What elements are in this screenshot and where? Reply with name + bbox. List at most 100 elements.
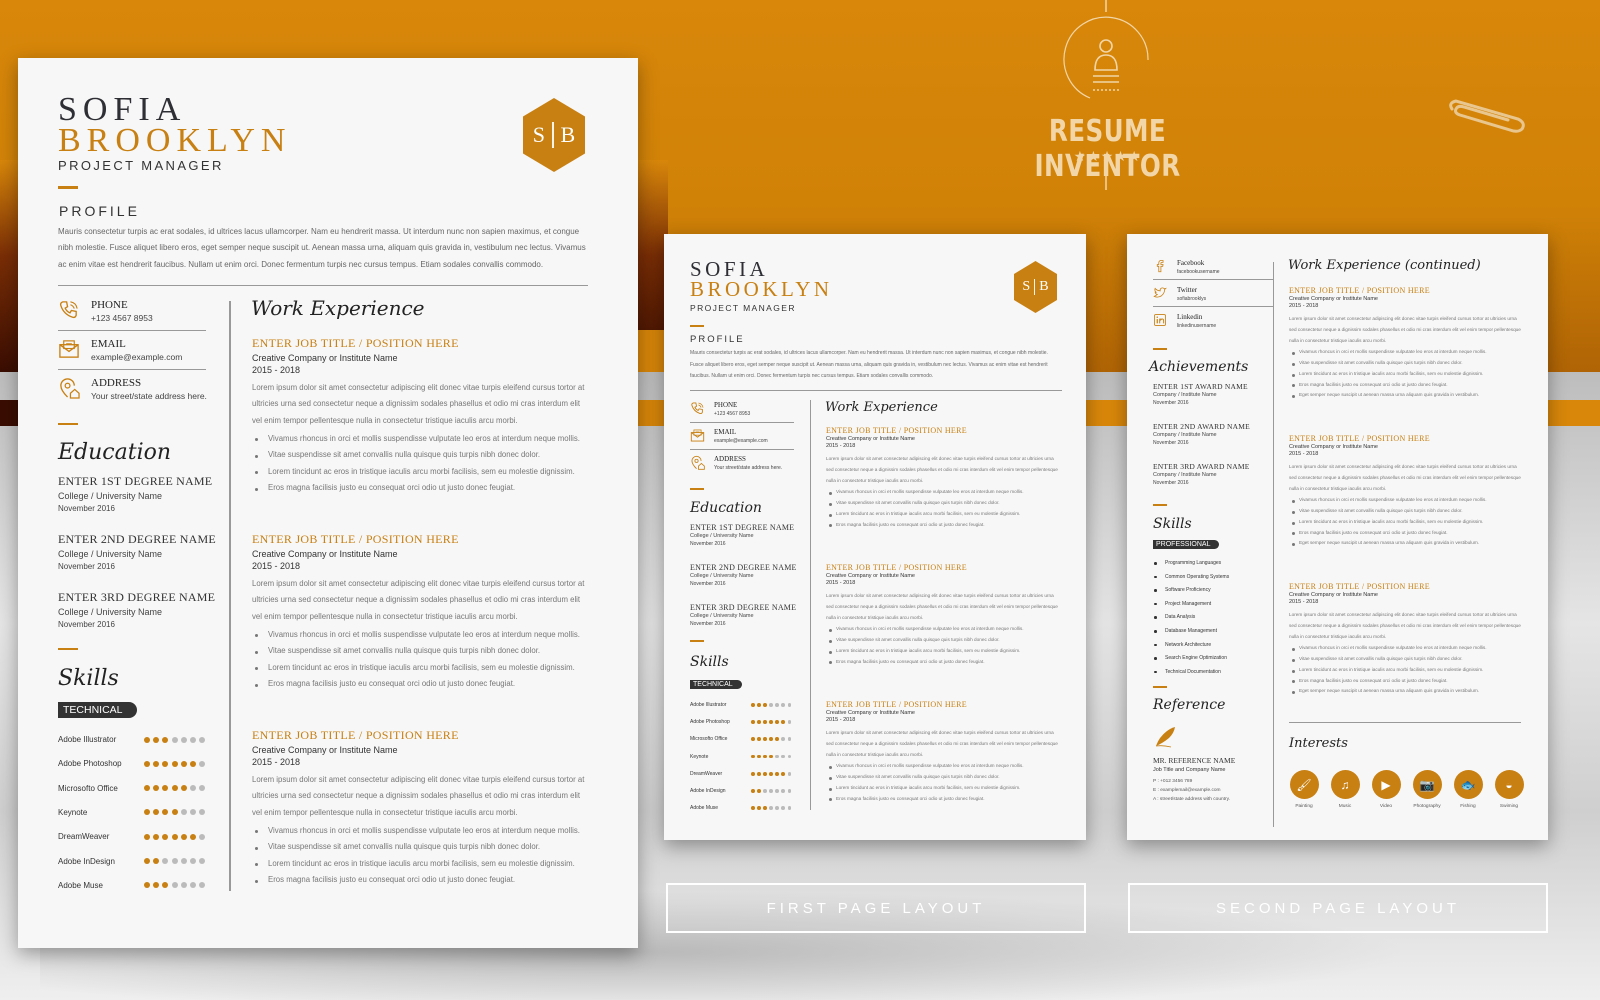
professional-skill-label: Software Proficiency [1165,587,1211,594]
profile-text: Mauris consectetur turpis ac erat sodale… [58,227,586,269]
education-entry: ENTER 1ST DEGREE NAME College / Universit… [690,523,794,547]
accent-line [58,186,78,189]
rating-dot-filled [153,736,160,743]
rating-dot-filled [769,737,774,742]
rating-dot-filled [162,833,169,840]
rating-dot-filled [171,785,178,792]
skill-rating [751,754,792,759]
interest-label: Video [1379,804,1393,809]
skill-name: Adobe Photoshop [58,759,122,769]
contact-label: PHONE [714,401,738,409]
rating-dot-empty [781,737,786,742]
rating-dot-empty [180,736,187,743]
column-divider [1273,262,1274,827]
professional-skill-label: Network Architecture [1165,641,1212,648]
bullet [1154,670,1157,674]
professional-skill-label: Programming Languages [1165,560,1222,566]
resume-page-large: SOFIA BROOKLYN PROJECT MANAGER S B PROFI… [18,58,638,948]
rating-dot-filled [171,760,178,767]
skill-name: Microsofto Office [58,783,118,793]
accent-line [690,488,704,490]
rating-dot-empty [199,833,206,840]
job-description: Lorem ipsum dolor sit amet consectetur a… [252,775,585,817]
job-title: ENTER JOB TITLE / POSITION HERE [1289,286,1430,295]
rating-dot-empty [189,858,196,864]
skill-rating [751,789,792,793]
job-company: Creative Company or Institute Name [252,353,398,363]
job-bullet: Eros magna facilisis justo eu consequat … [252,480,592,496]
rating-dot-filled [162,760,169,767]
rating-dot-filled [153,809,160,816]
linkedin-icon [1154,314,1166,326]
education-entry-date: November 2016 [58,562,115,571]
phone-icon [691,402,704,415]
job-entry: ENTER JOB TITLE / POSITION HERE Creative … [826,700,1062,804]
accent-line [1153,686,1167,688]
reference-entry: MR. REFERENCE NAME Job Title and Company … [1153,756,1235,802]
swimmer-icon: ◒ [1494,770,1524,799]
rating-dot-empty [199,736,206,743]
accent-line [690,640,704,642]
contact-label: EMAIL [91,338,126,350]
last-name: BROOKLYN [58,122,292,159]
rating-dot-filled [769,754,774,759]
job-years: 2015 - 2018 [1289,599,1319,605]
education-entry-title: ENTER 3RD DEGREE NAME [690,603,797,612]
contact-value: sofiabrooklys [1177,296,1207,302]
rating-dot-filled [751,806,755,811]
rating-dot-empty [787,771,792,776]
job-bullet: Vitae suspendisse sit amet convallis nul… [252,447,592,463]
rating-dot-empty [787,789,792,793]
education-entry-date: November 2016 [690,541,726,547]
rating-dot-empty [189,736,196,743]
resume-second-page-preview: Facebook facebookusername Twitter sofiabroo… [1127,234,1548,840]
job-description: Lorem ipsum dolor sit amet consectetur a… [826,456,1058,484]
professional-skill-label: Database Management [1165,628,1217,634]
contact-item: EMAIL example@example.com [714,428,768,444]
rating-dot-empty [769,806,774,811]
contact-value: linkedinusername [1177,323,1217,329]
skill-row: Adobe Muse [58,881,206,890]
job-bullet: Vitae suspendisse sit amet convallis nul… [826,498,1062,509]
job-entry: ENTER JOB TITLE / POSITION HERE Creative … [1289,286,1525,401]
first-page-layout-button[interactable]: FIRST PAGE LAYOUT [666,883,1086,933]
job-role-small: PROJECT MANAGER [690,303,796,313]
job-title: ENTER JOB TITLE / POSITION HERE [252,728,459,742]
quill-icon [1155,727,1175,748]
rating-dot-filled [757,737,761,742]
rating-dot-filled [775,737,780,742]
job-bullets: Vivamus rhoncus in orci et mollis suspen… [252,627,592,692]
skill-rating [144,760,206,767]
professional-skill-label: Search Engine Optimization [1165,655,1227,662]
skill-name: Adobe InDesign [58,856,115,866]
reference-name: MR. REFERENCE NAME [1153,756,1236,765]
location-home-icon [60,378,80,399]
rating-dot-filled [162,882,169,889]
job-bullet: Vivamus rhoncus in orci et mollis suspen… [1289,643,1525,654]
job-entry: ENTER JOB TITLE / POSITION HERE Creative … [826,426,1062,530]
rating-dot-empty [775,789,780,793]
job-bullet: Vivamus rhoncus in orci et mollis suspen… [1289,495,1525,506]
job-bullet: Eget semper neque suscipit ut aenean mas… [1289,538,1525,549]
job-years: 2015 - 2018 [1289,451,1319,457]
interest-item: 🐟 Fishing [1451,770,1485,809]
resume-first-page-preview: SOFIA BROOKLYN PROJECT MANAGER S B PROFI… [664,234,1086,840]
job-title: ENTER JOB TITLE / POSITION HERE [1289,434,1430,443]
second-page-layout-button[interactable]: SECOND PAGE LAYOUT [1128,883,1548,933]
bullet [1154,657,1157,660]
bullet [1154,562,1157,565]
job-bullet: Eros magna facilisis justo eu consequat … [826,794,1062,805]
rating-dot-filled [180,760,187,767]
interest-item: ▶ Video [1369,770,1403,809]
rating-dot-filled [144,736,150,743]
achievements-heading: Achievements [1149,359,1249,375]
job-description: Lorem ipsum dolor sit amet consectetur a… [1289,316,1521,344]
skill-row: Adobe InDesign [690,788,792,794]
music-note-icon: ♫ [1330,770,1360,799]
job-bullets: Vivamus rhoncus in orci et mollis suspen… [1289,643,1525,697]
education-entry-date: November 2016 [58,620,115,629]
rating-dot-empty [199,760,206,767]
achievement-entry-date: November 2016 [1153,400,1189,406]
job-bullet: Eros magna facilisis justo eu consequat … [1289,676,1525,687]
rating-dot-empty [769,789,774,793]
